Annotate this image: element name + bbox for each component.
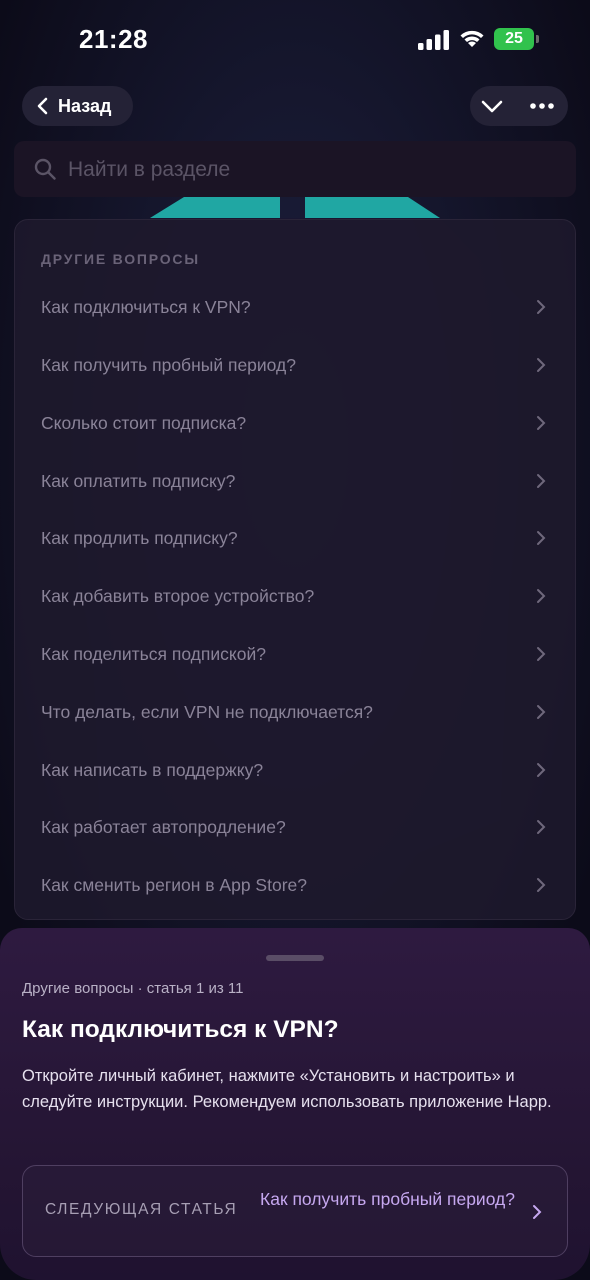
battery-level: 25 xyxy=(505,30,523,47)
search-placeholder: Найти в разделе xyxy=(68,158,231,181)
chevron-right-icon xyxy=(537,416,546,430)
chevron-right-icon xyxy=(537,531,546,545)
article-sheet: Другие вопросы · статья 1 из 11 Как подк… xyxy=(0,928,590,1280)
faq-item[interactable]: Как сменить регион в App Store? xyxy=(15,861,575,909)
faq-item[interactable]: Как продлить подписку? xyxy=(15,514,575,562)
sheet-grabber[interactable] xyxy=(266,955,324,961)
faq-item-label: Как работает автопродление? xyxy=(41,817,286,837)
faq-item[interactable]: Как оплатить подписку? xyxy=(15,457,575,505)
chevron-down-icon[interactable] xyxy=(480,94,504,118)
wifi-icon xyxy=(460,30,484,47)
faq-item[interactable]: Сколько стоит подписка? xyxy=(15,399,575,447)
faq-item[interactable]: Как получить пробный период? xyxy=(15,341,575,389)
status-bar: 21:28 25 xyxy=(0,0,590,80)
faq-item-label: Как поделиться подпиской? xyxy=(41,644,266,664)
faq-item[interactable]: Как написать в поддержку? xyxy=(15,746,575,794)
faq-item-label: Что делать, если VPN не подключается? xyxy=(41,702,373,722)
faq-list: ДРУГИЕ ВОПРОСЫ Как подключиться к VPN? К… xyxy=(14,219,576,920)
faq-item-label: Как подключиться к VPN? xyxy=(41,297,251,317)
faq-item-label: Как сменить регион в App Store? xyxy=(41,875,307,895)
article-meta: Другие вопросы · статья 1 из 11 xyxy=(22,980,244,997)
faq-item-label: Как оплатить подписку? xyxy=(41,471,236,491)
next-article-button[interactable]: СЛЕДУЮЩАЯ СТАТЬЯ Как получить пробный пе… xyxy=(22,1165,568,1257)
article-title: Как подключиться к VPN? xyxy=(22,1016,339,1043)
faq-item-label: Как написать в поддержку? xyxy=(41,760,264,780)
chevron-right-icon xyxy=(537,474,546,488)
chevron-right-icon xyxy=(537,878,546,892)
back-button[interactable]: Назад xyxy=(22,86,133,126)
faq-item-label: Сколько стоит подписка? xyxy=(41,413,247,433)
faq-item-label: Как получить пробный период? xyxy=(41,355,296,375)
chevron-right-icon xyxy=(533,1205,542,1219)
chevron-right-icon xyxy=(537,300,546,314)
next-article-title: Как получить пробный период? xyxy=(260,1189,515,1209)
more-icon[interactable] xyxy=(528,94,556,118)
signal-icon xyxy=(418,30,449,50)
status-time: 21:28 xyxy=(79,24,148,54)
faq-item[interactable]: Как поделиться подпиской? xyxy=(15,630,575,678)
faq-item[interactable]: Как добавить второе устройство? xyxy=(15,572,575,620)
search-icon xyxy=(34,158,56,180)
section-title: ДРУГИЕ ВОПРОСЫ xyxy=(41,251,200,267)
back-label: Назад xyxy=(58,95,112,116)
faq-item[interactable]: Как подключиться к VPN? xyxy=(15,283,575,331)
chevron-right-icon xyxy=(537,763,546,777)
chevron-right-icon xyxy=(537,705,546,719)
next-article-label: СЛЕДУЮЩАЯ СТАТЬЯ xyxy=(45,1201,238,1218)
chevron-right-icon xyxy=(537,820,546,834)
back-chevron-icon xyxy=(37,97,48,115)
header-actions xyxy=(470,86,568,126)
battery-indicator: 25 xyxy=(494,28,540,50)
chevron-right-icon xyxy=(537,358,546,372)
faq-item[interactable]: Как работает автопродление? xyxy=(15,803,575,851)
article-body: Откройте личный кабинет, нажмите «Устано… xyxy=(22,1067,552,1111)
faq-item-label: Как добавить второе устройство? xyxy=(41,586,315,606)
search-input[interactable]: Найти в разделе xyxy=(14,141,576,197)
chevron-right-icon xyxy=(537,647,546,661)
faq-item-label: Как продлить подписку? xyxy=(41,528,238,548)
chevron-right-icon xyxy=(537,589,546,603)
faq-item[interactable]: Что делать, если VPN не подключается? xyxy=(15,688,575,736)
